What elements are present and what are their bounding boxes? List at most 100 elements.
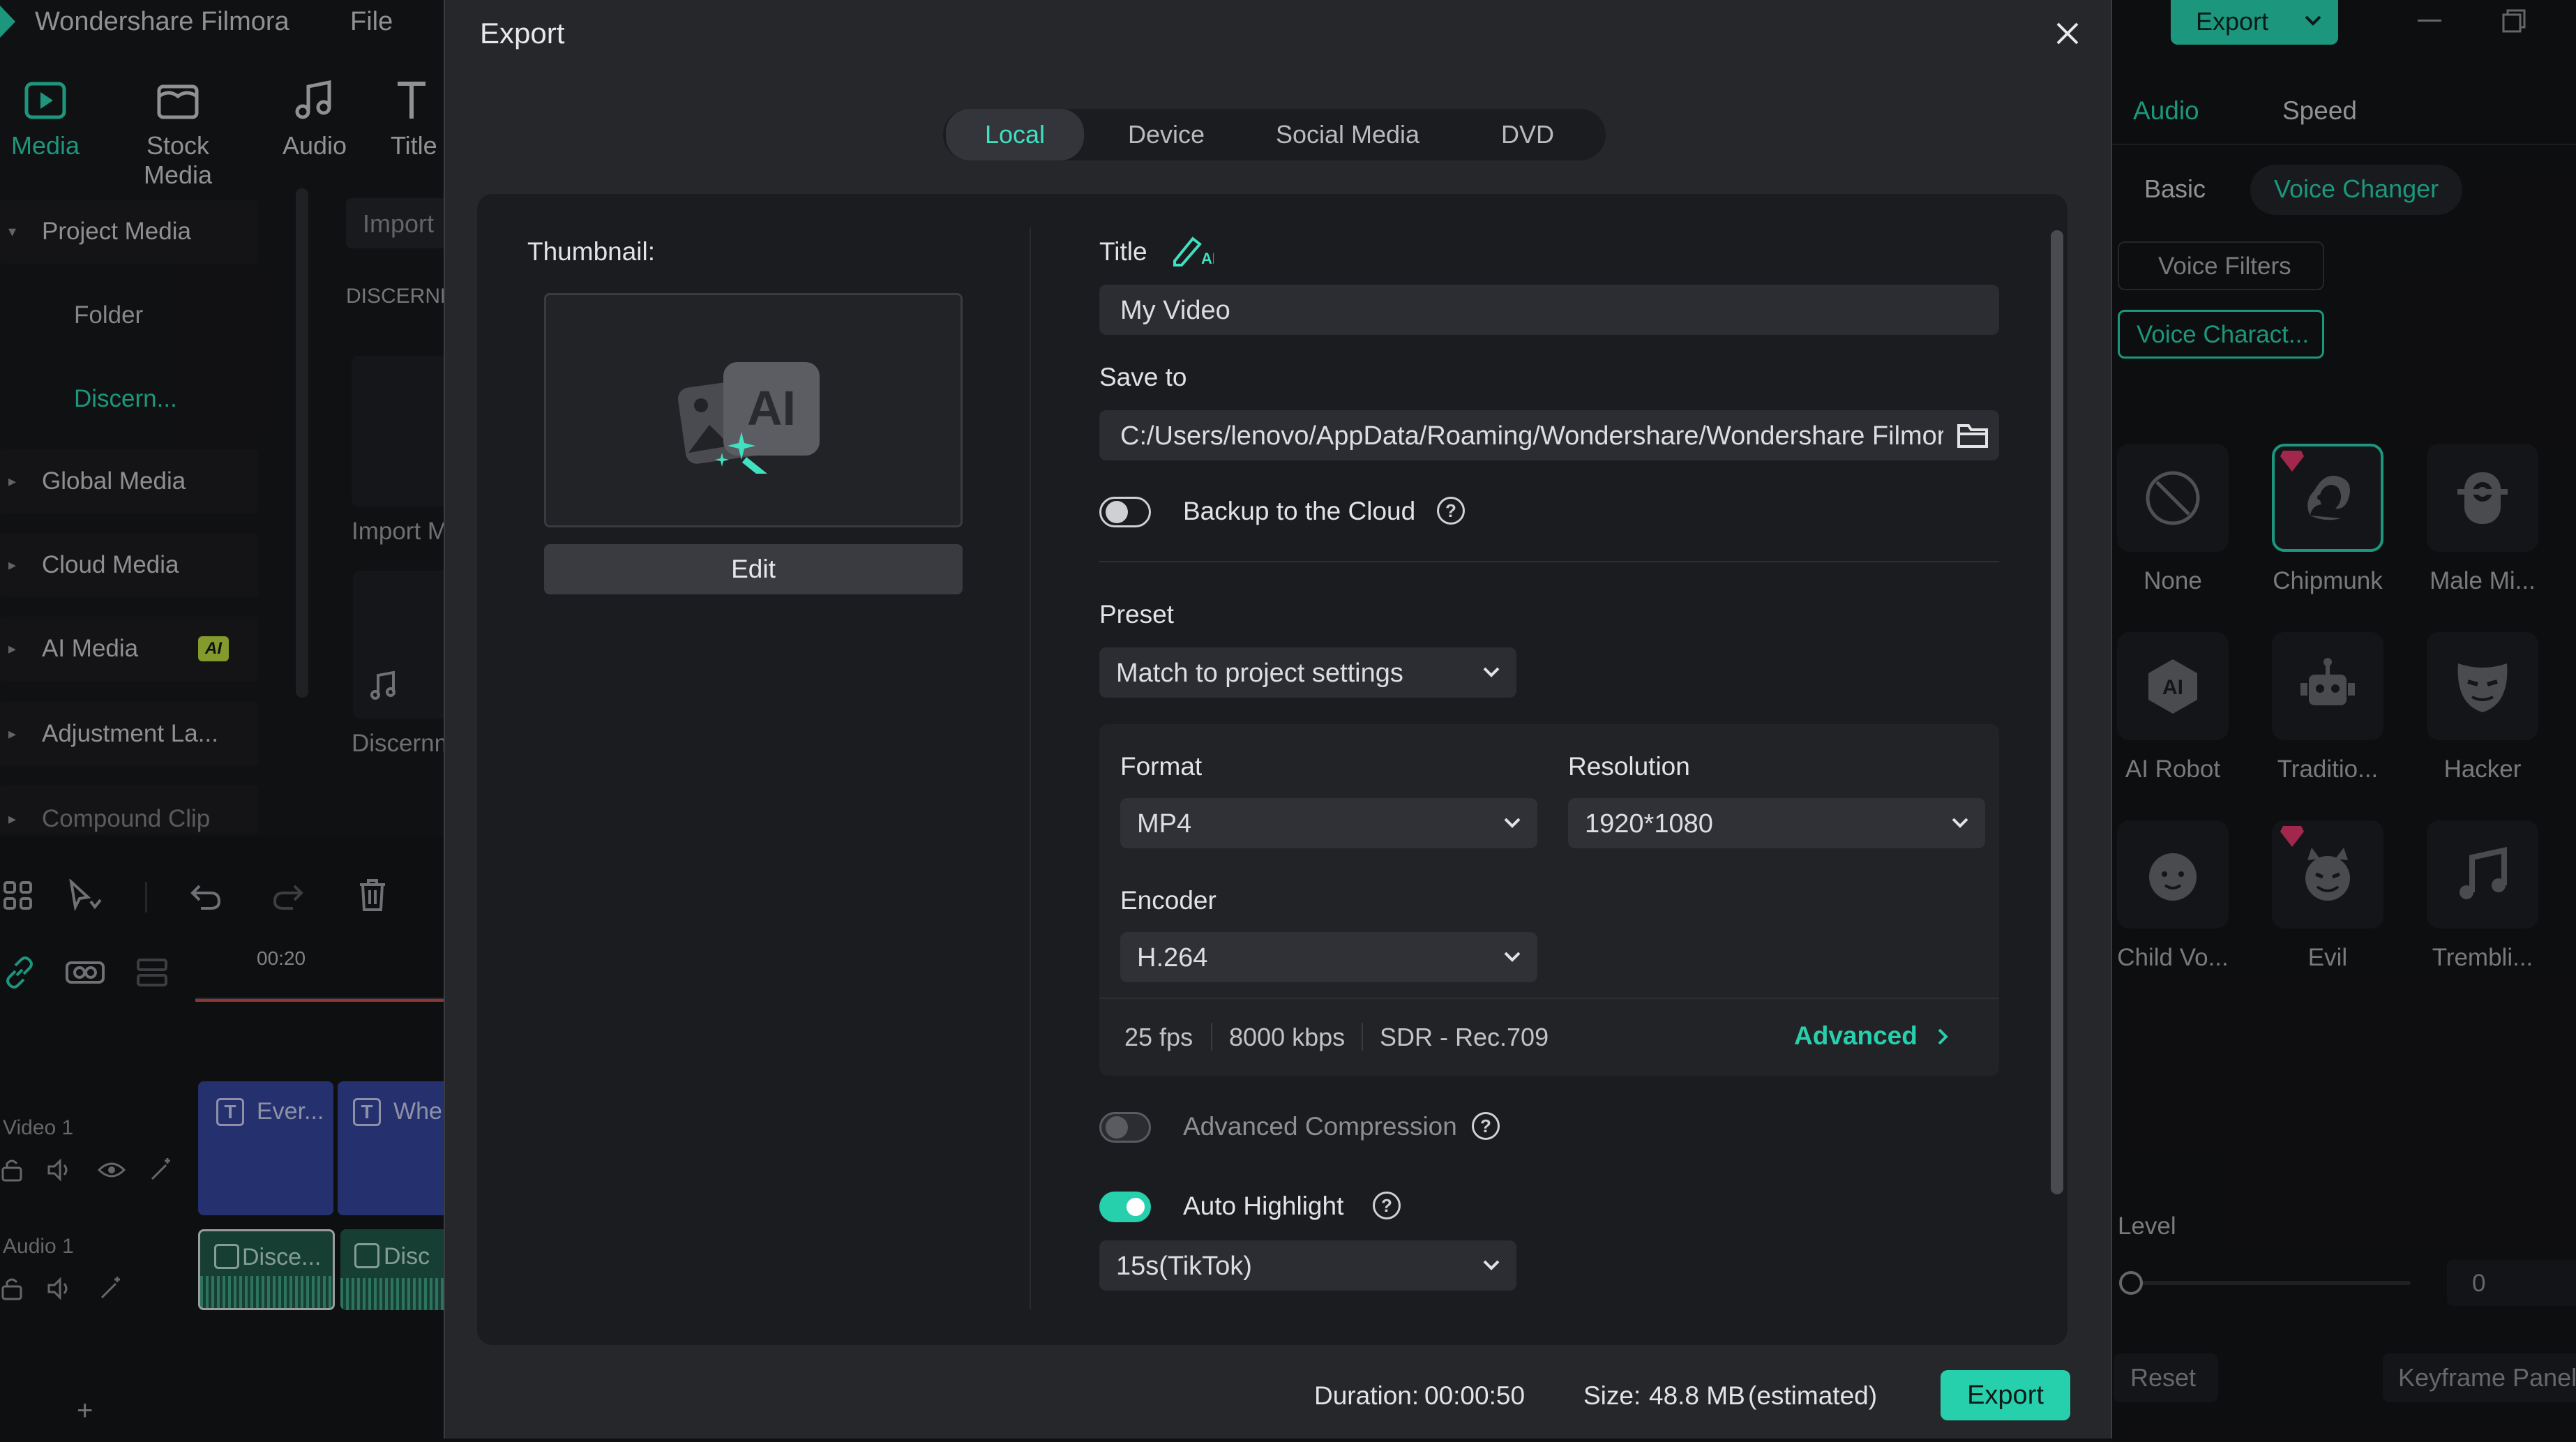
tree-cloud-media[interactable]: ▸ Cloud Media (0, 533, 258, 597)
help-icon[interactable]: ? (1472, 1112, 1500, 1140)
media-item-tile[interactable] (353, 571, 444, 719)
info-separator (1362, 1023, 1363, 1051)
preset-select[interactable]: Match to project settings (1099, 647, 1516, 698)
tab-dvd[interactable]: DVD (1458, 109, 1597, 160)
preset-label: Preset (1099, 600, 1174, 629)
save-path-input[interactable]: C:/Users/lenovo/AppData/Roaming/Wondersh… (1099, 410, 1999, 460)
panel-scrollbar[interactable] (2051, 230, 2063, 1194)
group-icon[interactable] (64, 957, 106, 988)
tab-audio-properties[interactable]: Audio (2133, 96, 2199, 126)
level-slider-track[interactable] (2132, 1281, 2411, 1285)
level-value-box[interactable]: 0 (2447, 1260, 2576, 1306)
tab-audio[interactable]: Audio (255, 77, 374, 160)
speaker-icon[interactable] (46, 1158, 74, 1182)
delete-icon[interactable] (357, 878, 388, 912)
caret-right-icon: ▸ (8, 810, 17, 827)
layout-grid-icon[interactable] (3, 880, 33, 911)
advanced-link[interactable]: Advanced (1794, 1021, 1918, 1051)
voice-trembling[interactable]: Trembli... (2423, 820, 2542, 972)
lock-icon[interactable] (0, 1277, 24, 1300)
video-clip[interactable]: T Whe (338, 1081, 444, 1215)
add-track-icon[interactable]: + (77, 1395, 93, 1427)
auto-highlight-toggle[interactable] (1099, 1192, 1151, 1222)
voice-traditional-robot[interactable]: Traditio... (2268, 632, 2387, 783)
tree-project-media[interactable]: ▾ Project Media (0, 200, 258, 264)
tree-global-media[interactable]: ▸ Global Media (0, 449, 258, 513)
video-clip[interactable]: T Ever... (198, 1081, 333, 1215)
tree-adjustment-label: Adjustment La... (42, 720, 218, 747)
backup-cloud-toggle[interactable] (1099, 497, 1151, 527)
voice-evil[interactable]: Evil (2268, 820, 2387, 972)
restore-icon[interactable] (2501, 8, 2526, 33)
fps-value: 25 fps (1124, 1023, 1193, 1051)
menu-file[interactable]: File (350, 7, 393, 37)
tree-ai-media[interactable]: ▸ AI Media AI (0, 617, 258, 681)
eye-icon[interactable] (98, 1159, 126, 1180)
tree-adjustment-layer[interactable]: ▸ Adjustment La... (0, 702, 258, 766)
export-target-tabs: Local Device Social Media DVD (943, 109, 1606, 160)
voice-ai-robot[interactable]: AI AI Robot (2114, 632, 2232, 783)
voice-hacker[interactable]: Hacker (2423, 632, 2542, 783)
tree-folder[interactable]: Folder (74, 301, 143, 329)
tree-project-media-label: Project Media (42, 218, 191, 245)
reset-button[interactable]: Reset (2114, 1353, 2218, 1402)
help-icon[interactable]: ? (1437, 497, 1465, 525)
export-button[interactable]: Export (1941, 1370, 2070, 1420)
tab-device[interactable]: Device (1097, 109, 1236, 160)
minimize-icon[interactable] (2418, 20, 2441, 22)
svg-text:AI: AI (1201, 250, 1214, 267)
app-title: Wondershare Filmora (35, 7, 289, 36)
tab-media[interactable]: Media (0, 77, 105, 160)
voice-characters-button[interactable]: Voice Charact... (2118, 310, 2324, 359)
voice-child[interactable]: Child Vo... (2114, 820, 2232, 972)
magic-wand-icon[interactable] (98, 1275, 124, 1302)
subtab-basic[interactable]: Basic (2144, 174, 2206, 204)
format-select[interactable]: MP4 (1120, 798, 1537, 848)
top-export-button[interactable]: Export (2171, 0, 2338, 45)
magic-wand-icon[interactable] (148, 1157, 174, 1183)
audio-clip[interactable]: Disce... (198, 1229, 335, 1310)
select-tool-icon[interactable] (67, 879, 103, 912)
tab-speed[interactable]: Speed (2282, 96, 2357, 126)
edit-thumbnail-button[interactable]: Edit (544, 544, 963, 594)
import-media-tile[interactable] (352, 356, 444, 506)
resolution-select[interactable]: 1920*1080 (1568, 798, 1985, 848)
tree-discern[interactable]: Discern... (74, 385, 177, 413)
tree-compound-clip[interactable]: ▸ Compound Clip (0, 786, 258, 834)
subtab-voice-changer[interactable]: Voice Changer (2250, 165, 2462, 215)
keyframe-panel-button[interactable]: Keyframe Panel (2383, 1353, 2576, 1402)
tree-global-media-label: Global Media (42, 467, 186, 495)
video-track-label: Video 1 (3, 1116, 74, 1139)
lock-icon[interactable] (0, 1158, 24, 1182)
ai-pen-icon[interactable]: AI (1172, 233, 1214, 268)
title-input[interactable]: My Video (1099, 285, 1999, 335)
voice-filters-button[interactable]: Voice Filters (2118, 241, 2324, 290)
chevron-right-icon[interactable] (1936, 1027, 1950, 1046)
thumbnail-preview[interactable]: AI (544, 293, 963, 527)
voice-male-minion[interactable]: Male Mi... (2423, 444, 2542, 595)
level-slider-knob[interactable] (2119, 1271, 2143, 1295)
close-icon[interactable] (2054, 20, 2081, 47)
import-button[interactable]: Import (346, 198, 444, 248)
tab-social-media[interactable]: Social Media (1250, 109, 1445, 160)
voice-chipmunk[interactable]: Chipmunk (2268, 444, 2387, 595)
tab-local[interactable]: Local (946, 109, 1084, 160)
encoder-select[interactable]: H.264 (1120, 932, 1537, 982)
link-icon[interactable] (3, 956, 36, 989)
redo-icon[interactable] (272, 880, 306, 911)
waveform (340, 1278, 444, 1310)
advanced-compression-toggle[interactable] (1099, 1112, 1151, 1143)
help-icon[interactable]: ? (1373, 1192, 1401, 1219)
stock-media-icon (153, 77, 202, 126)
undo-icon[interactable] (188, 880, 222, 911)
split-track-icon[interactable] (134, 956, 170, 989)
highlight-duration-select[interactable]: 15s(TikTok) (1099, 1240, 1516, 1291)
duration-label: Duration: (1314, 1381, 1419, 1410)
tab-stock-media[interactable]: Stock Media (119, 77, 237, 190)
audio-clip-icon (354, 1243, 379, 1268)
folder-icon[interactable] (1956, 420, 1989, 451)
voice-none[interactable]: None (2114, 444, 2232, 595)
tree-scrollbar[interactable] (296, 188, 308, 698)
speaker-icon[interactable] (46, 1277, 74, 1300)
audio-clip[interactable]: Disc (340, 1229, 444, 1310)
